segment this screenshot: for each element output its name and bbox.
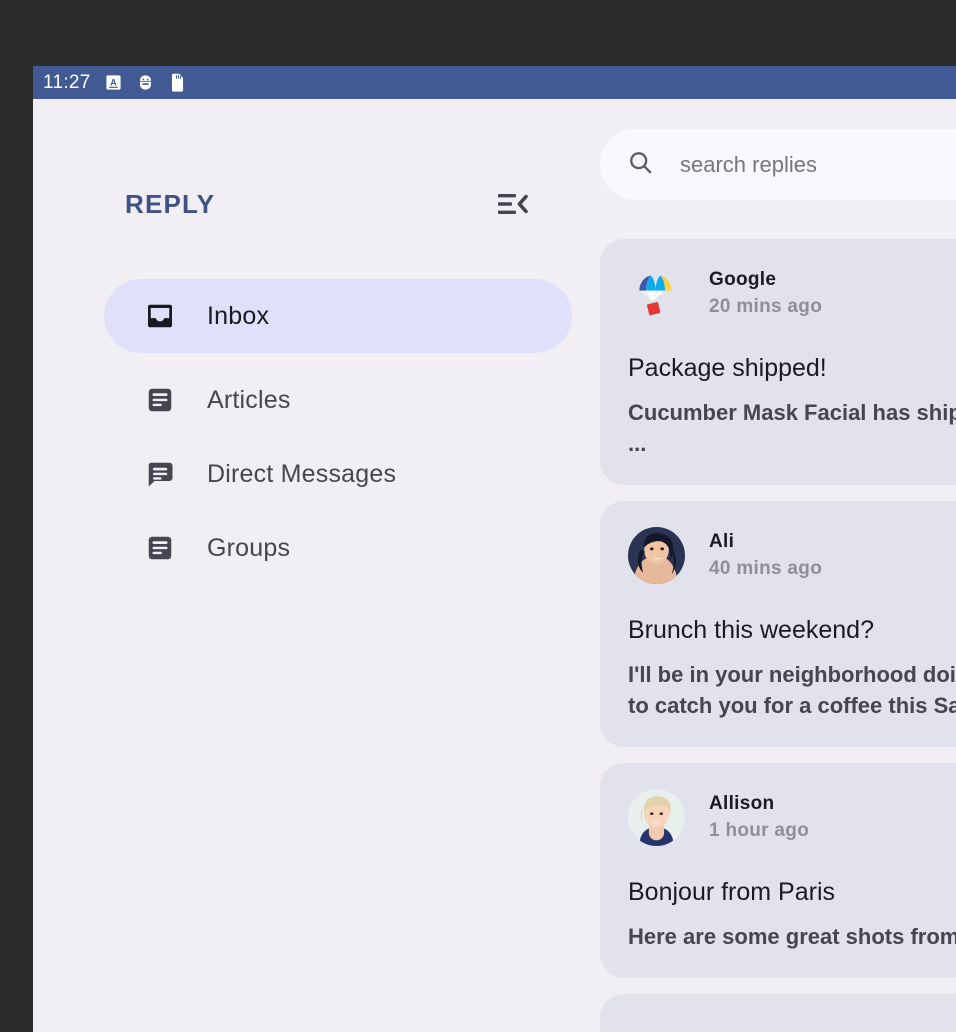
nav-spacer — [33, 353, 600, 363]
chat-bubble-icon — [145, 459, 175, 489]
sidebar-item-direct-messages[interactable]: Direct Messages — [104, 437, 572, 511]
sidebar-item-groups[interactable]: Groups — [104, 511, 572, 585]
search-input[interactable]: search replies — [600, 129, 956, 200]
email-list-item[interactable]: Google 20 mins ago Package shipped! Cucu… — [600, 239, 956, 485]
sidebar-item-label: Direct Messages — [207, 460, 396, 489]
email-meta: Ali 40 mins ago — [709, 531, 822, 580]
sd-card-icon — [169, 73, 186, 92]
email-subject: Brunch this weekend? — [628, 616, 956, 645]
email-preview: I'll be in your neighborhood doing to ca… — [628, 659, 956, 721]
sender-name: Google — [709, 269, 822, 291]
email-list-item[interactable]: Ali 40 mins ago Brunch this weekend? I'l… — [600, 501, 956, 747]
email-list-item[interactable] — [600, 994, 956, 1032]
email-list: Google 20 mins ago Package shipped! Cucu… — [600, 239, 956, 1032]
app-body: REPLY — [33, 99, 956, 1032]
email-header: Allison 1 hour ago — [628, 789, 956, 846]
nav-list: Inbox Articles — [33, 279, 600, 585]
article-icon — [145, 533, 175, 563]
email-subject: Package shipped! — [628, 354, 956, 383]
email-header: Google 20 mins ago — [628, 265, 956, 322]
sidebar-item-label: Inbox — [207, 302, 269, 331]
sidebar-item-label: Articles — [207, 386, 291, 415]
email-meta: Allison 1 hour ago — [709, 793, 809, 842]
email-list-panel: search replies — [600, 99, 956, 1032]
email-preview: Cucumber Mask Facial has shipped ... — [628, 397, 956, 459]
sidebar-item-articles[interactable]: Articles — [104, 363, 572, 437]
email-header: Ali 40 mins ago — [628, 527, 956, 584]
sender-name: Ali — [709, 531, 822, 553]
device-frame: 11:27 A — [0, 0, 956, 1032]
avatar — [628, 789, 685, 846]
navigation-panel: REPLY — [33, 99, 600, 1032]
parachute-logo-avatar — [628, 265, 685, 322]
menu-open-icon[interactable] — [492, 187, 534, 221]
svg-text:A: A — [110, 77, 117, 87]
email-meta: Google 20 mins ago — [709, 269, 822, 318]
sender-name: Allison — [709, 793, 809, 815]
email-subject: Bonjour from Paris — [628, 878, 956, 907]
android-debug-icon — [136, 73, 155, 92]
timestamp: 40 mins ago — [709, 558, 822, 580]
status-bar: 11:27 A — [33, 66, 956, 99]
article-icon — [145, 385, 175, 415]
nav-header: REPLY — [33, 179, 600, 229]
alphabet-mode-icon: A — [105, 74, 122, 91]
status-bar-clock: 11:27 — [43, 72, 91, 94]
email-list-item[interactable]: Allison 1 hour ago Bonjour from Paris He… — [600, 763, 956, 978]
sidebar-item-inbox[interactable]: Inbox — [104, 279, 572, 353]
inbox-icon — [145, 301, 175, 331]
sidebar-item-label: Groups — [207, 534, 290, 563]
email-preview: Here are some great shots from m — [628, 921, 956, 952]
timestamp: 1 hour ago — [709, 820, 809, 842]
app-window: 11:27 A — [33, 66, 956, 1032]
app-title: REPLY — [125, 189, 215, 220]
search-icon — [627, 149, 654, 181]
avatar — [628, 527, 685, 584]
timestamp: 20 mins ago — [709, 296, 822, 318]
search-placeholder: search replies — [680, 152, 817, 178]
